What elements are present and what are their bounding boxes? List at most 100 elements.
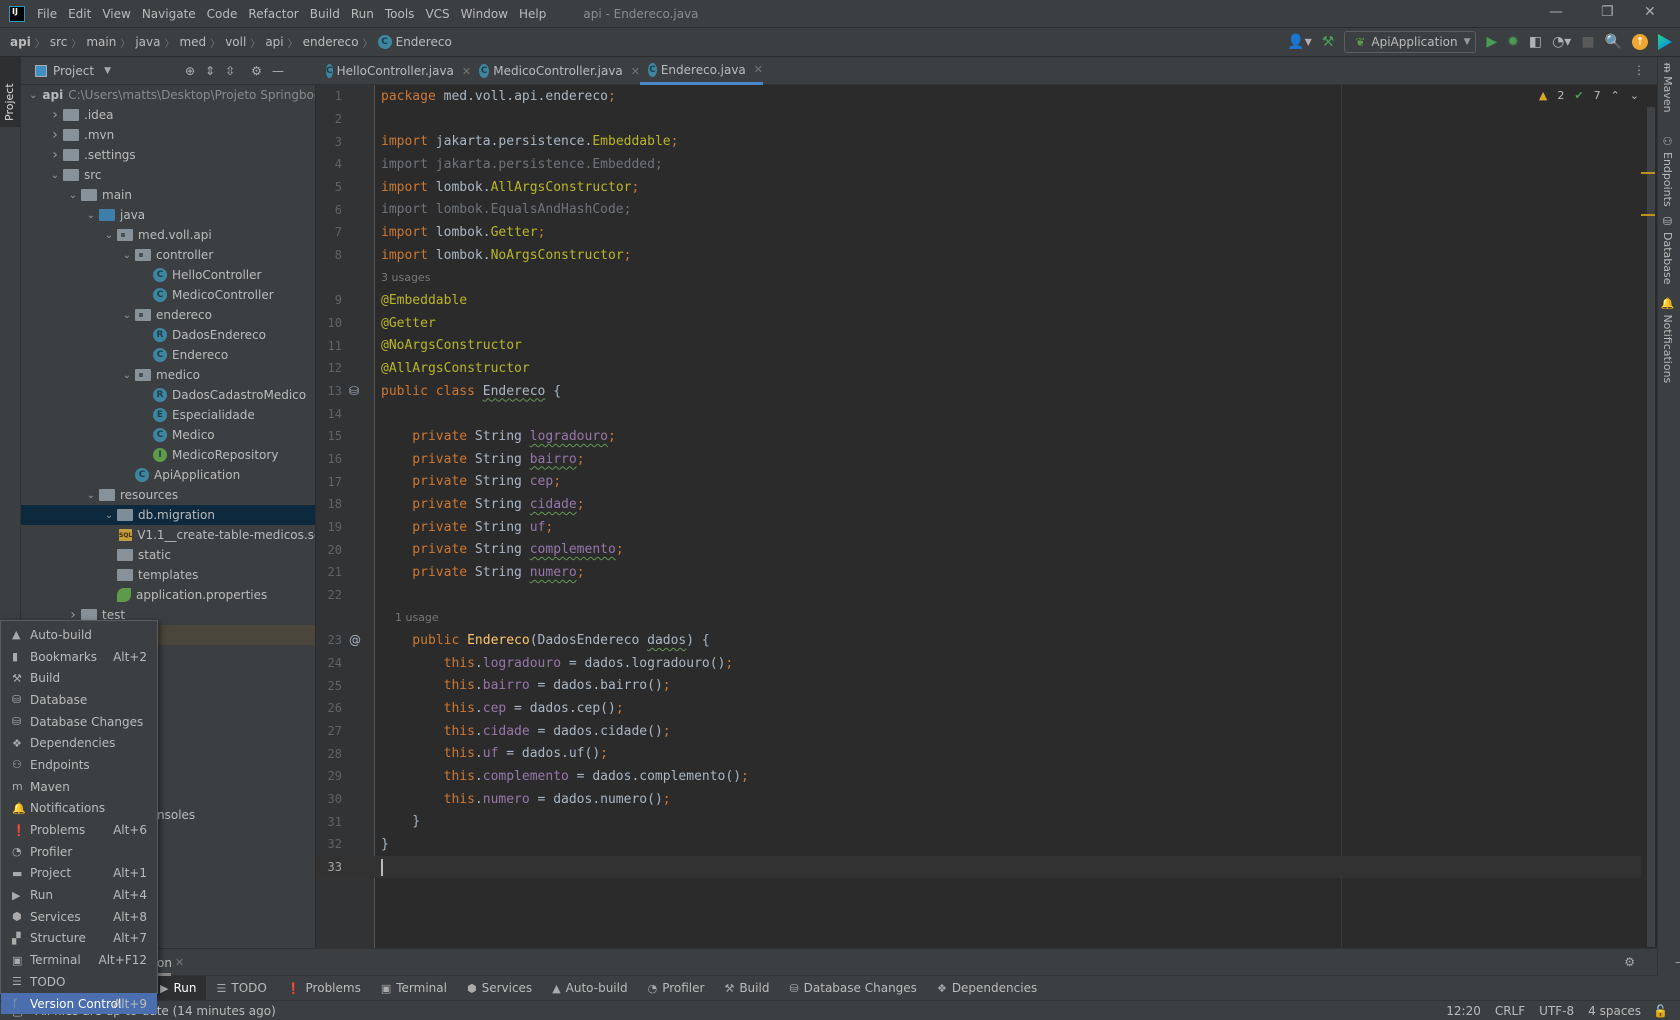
tool-notifications[interactable]: 🔔 Notifications [1661,297,1674,383]
code-line[interactable]: 15 private String logradouro; [316,425,1641,448]
breadcrumb-item[interactable]: main [86,35,116,49]
bottom-tab-build[interactable]: ⚒ Build [714,976,779,1000]
code-line[interactable]: 10 @Getter [316,312,1641,335]
code-line[interactable]: 22 [316,584,1641,607]
expand-all-icon[interactable]: ⇕ [205,64,215,78]
code-line[interactable]: 7 import lombok.Getter; [316,221,1641,244]
chevron-down-icon[interactable]: ⌄ [1630,89,1639,102]
chevron-down-icon[interactable]: ⌄ [83,210,99,221]
breadcrumb-item[interactable]: med [179,35,206,49]
tree-item[interactable]: I MedicoRepository [21,445,315,465]
popup-item-structure[interactable]: ▞ Structure Alt+7 [1,928,157,950]
file-encoding[interactable]: UTF-8 [1539,1004,1574,1018]
tree-item[interactable]: R DadosCadastroMedico [21,385,315,405]
usage-hint-line[interactable]: 1 usage [316,606,1641,629]
usages-hint[interactable]: 3 usages [381,271,430,284]
chevron-down-icon[interactable]: ⌄ [119,370,135,381]
tool-endpoints[interactable]: ⚇ Endpoints [1661,135,1674,207]
popup-item-profiler[interactable]: ◔ Profiler [1,841,157,863]
indent-setting[interactable]: 4 spaces [1588,1004,1641,1018]
chevron-right-icon[interactable]: › [47,107,63,123]
lock-icon[interactable]: 🔓 [1653,1004,1668,1018]
toolbox-icon[interactable] [1658,34,1672,50]
bottom-tab-problems[interactable]: ❗ Problems [277,976,371,1000]
popup-item-project[interactable]: ▬ Project Alt+1 [1,863,157,885]
chevron-down-icon[interactable]: ⌄ [101,230,117,241]
menu-build[interactable]: Build [310,7,340,21]
hide-icon[interactable]: — [1675,955,1680,969]
bottom-tab-dependencies[interactable]: ❖ Dependencies [927,976,1047,1000]
code-line[interactable]: 31 } [316,810,1641,833]
code-line[interactable]: 14 [316,402,1641,425]
menu-run[interactable]: Run [351,7,374,21]
account-icon[interactable]: 👤▾ [1287,34,1311,50]
code-line[interactable]: 12 @AllArgsConstructor [316,357,1641,380]
bottom-tab-auto-build[interactable]: ▲ Auto-build [542,976,637,1000]
code-line[interactable]: 19 private String uf; [316,516,1641,539]
popup-item-version-control[interactable]: ᚴ Version Control Alt+9 [1,992,157,1015]
bottom-tab-database-changes[interactable]: ⛁ Database Changes [779,976,927,1000]
breadcrumb-item[interactable]: src [50,35,68,49]
tree-item[interactable]: ⌄ api C:\Users\matts\Desktop\Projeto Sprin… [21,85,315,105]
chevron-down-icon[interactable]: ⌄ [83,490,99,501]
code-line[interactable]: 28 this.uf = dados.uf(); [316,742,1641,765]
breadcrumb-item[interactable]: voll [225,35,246,49]
chevron-down-icon[interactable]: ⌄ [65,190,81,201]
run-icon[interactable]: ▶ [1486,34,1497,50]
popup-item-database[interactable]: ⛁ Database [1,689,157,711]
tool-database[interactable]: ⛁ Database [1661,215,1674,285]
code-editor[interactable]: 1 package med.voll.api.endereco; 2 3 import … [316,85,1657,948]
search-icon[interactable]: 🔍 [1605,34,1622,50]
gear-icon[interactable]: ⚙ [251,64,262,78]
tree-item[interactable]: ⌄ medico [21,365,315,385]
chevron-down-icon[interactable]: ⌄ [101,510,117,521]
tree-item[interactable]: R DadosEndereco [21,325,315,345]
code-line[interactable]: 6 import lombok.EqualsAndHashCode; [316,198,1641,221]
menu-code[interactable]: Code [207,7,238,21]
tree-item[interactable]: application.properties [21,585,315,605]
chevron-down-icon[interactable]: ⌄ [29,90,37,101]
tree-item[interactable]: SQL V1.1__create-table-medicos.sql [21,525,315,545]
chevron-down-icon[interactable]: ▼ [104,66,111,76]
more-icon[interactable]: ⋮ [1633,63,1645,77]
code-line[interactable]: 1 package med.voll.api.endereco; [316,85,1641,108]
hide-icon[interactable]: — [272,64,284,78]
inspection-widget[interactable]: ▲ 2 ✔ 7 ⌃ ⌄ [1539,89,1639,102]
stop-icon[interactable]: ■ [1581,34,1594,50]
menu-window[interactable]: Window [461,7,508,21]
menu-refactor[interactable]: Refactor [248,7,298,21]
editor-tab[interactable]: C HelloController.java ✕ [318,57,471,85]
code-line[interactable]: 33 [316,855,1641,879]
code-line[interactable]: 20 private String complemento; [316,538,1641,561]
tree-item[interactable]: ⌄ endereco [21,305,315,325]
project-tool-tab[interactable]: Project [0,57,21,127]
locate-icon[interactable]: ⊕ [185,64,195,78]
breadcrumb-item[interactable]: Endereco [396,35,452,49]
warning-marker[interactable] [1641,214,1655,216]
close-icon[interactable]: ✕ [631,65,640,78]
popup-item-terminal[interactable]: ▣ Terminal Alt+F12 [1,949,157,971]
bottom-tab-profiler[interactable]: ◔ Profiler [638,976,715,1000]
chevron-right-icon[interactable]: › [47,127,63,143]
bottom-tab-terminal[interactable]: ▣ Terminal [371,976,457,1000]
popup-item-maven[interactable]: m Maven [1,776,157,798]
code-line[interactable]: 9 @Embeddable [316,289,1641,312]
code-line[interactable]: 16 private String bairro; [316,448,1641,471]
code-line[interactable]: 5 import lombok.AllArgsConstructor; [316,176,1641,199]
code-line[interactable]: 18 private String cidade; [316,493,1641,516]
code-line[interactable]: 30 this.numero = dados.numero(); [316,788,1641,811]
code-line[interactable]: 8 import lombok.NoArgsConstructor; [316,244,1641,267]
editor-tab[interactable]: C Endereco.java ✕ [640,57,763,85]
code-line[interactable]: 3 import jakarta.persistence.Embeddable; [316,130,1641,153]
minimize-button[interactable]: — [1549,4,1563,20]
tree-item[interactable]: ⌄ java [21,205,315,225]
close-icon[interactable]: ✕ [175,956,184,969]
line-separator[interactable]: CRLF [1495,1004,1525,1018]
popup-item-todo[interactable]: ☰ TODO [1,971,157,993]
tool-maven[interactable]: ᵯ Maven [1661,63,1674,113]
code-line[interactable]: 23 public Endereco(DadosEndereco dados) … [316,629,1641,652]
popup-item-auto-build[interactable]: ▲ Auto-build [1,624,157,646]
maximize-button[interactable]: ❐ [1601,4,1614,20]
gear-icon[interactable]: ⚙ [1624,955,1635,969]
tree-item[interactable]: ⌄ controller [21,245,315,265]
